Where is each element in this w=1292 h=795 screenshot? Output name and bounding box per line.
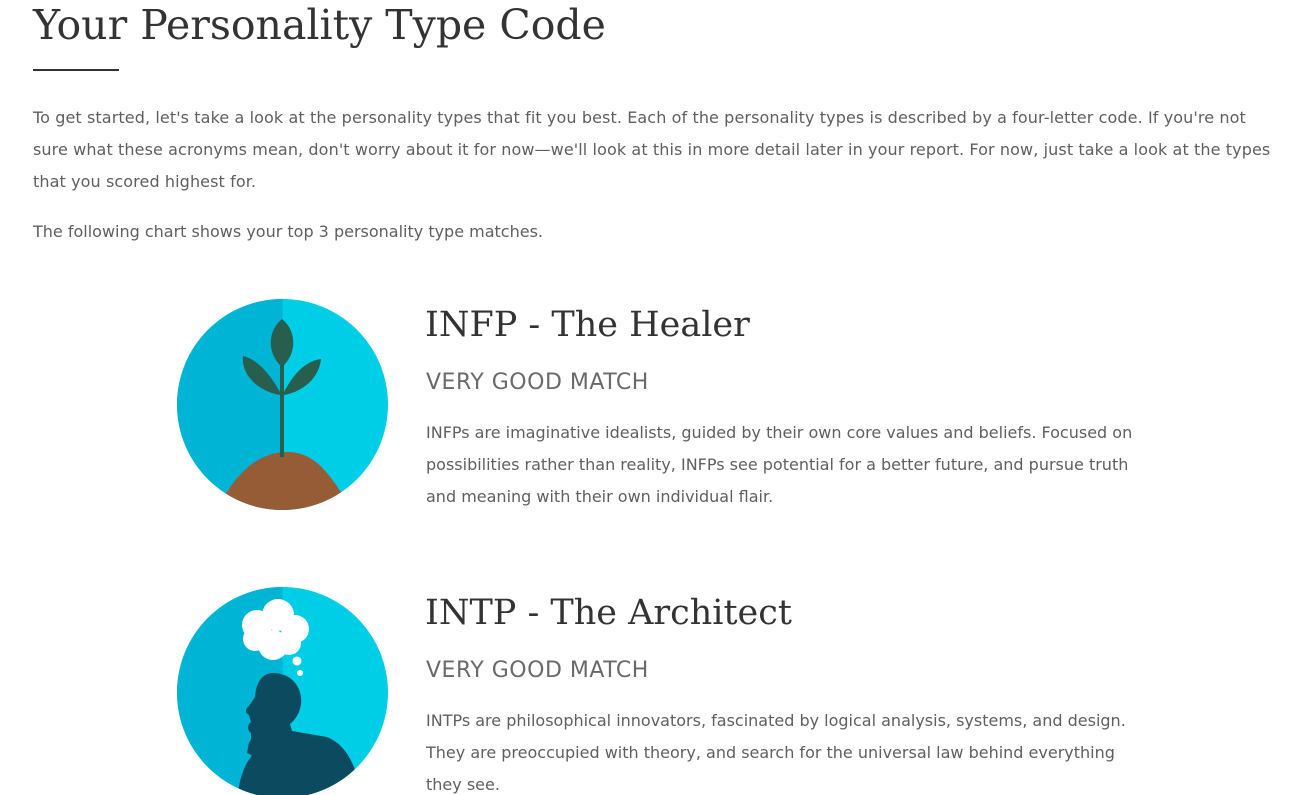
type-name: INTP - The Architect xyxy=(425,593,792,633)
title-underline xyxy=(33,69,119,71)
type-card-infp: INFP - The Healer VERY GOOD MATCH INFPs … xyxy=(0,299,1292,539)
thinker-icon xyxy=(177,587,388,795)
type-description: INTPs are philosophical innovators, fasc… xyxy=(426,711,1126,794)
match-label: VERY GOOD MATCH xyxy=(426,370,649,395)
chart-note: The following chart shows your top 3 per… xyxy=(33,222,544,241)
type-description: INFPs are imaginative idealists, guided … xyxy=(426,423,1133,506)
intro-paragraph: To get started, let's take a look at the… xyxy=(33,108,1271,191)
type-card-intp: INTP - The Architect VERY GOOD MATCH INT… xyxy=(0,587,1292,795)
type-name: INFP - The Healer xyxy=(425,305,750,345)
match-label: VERY GOOD MATCH xyxy=(426,658,649,683)
page-title: Your Personality Type Code xyxy=(33,1,606,49)
sprout-icon xyxy=(177,299,388,510)
